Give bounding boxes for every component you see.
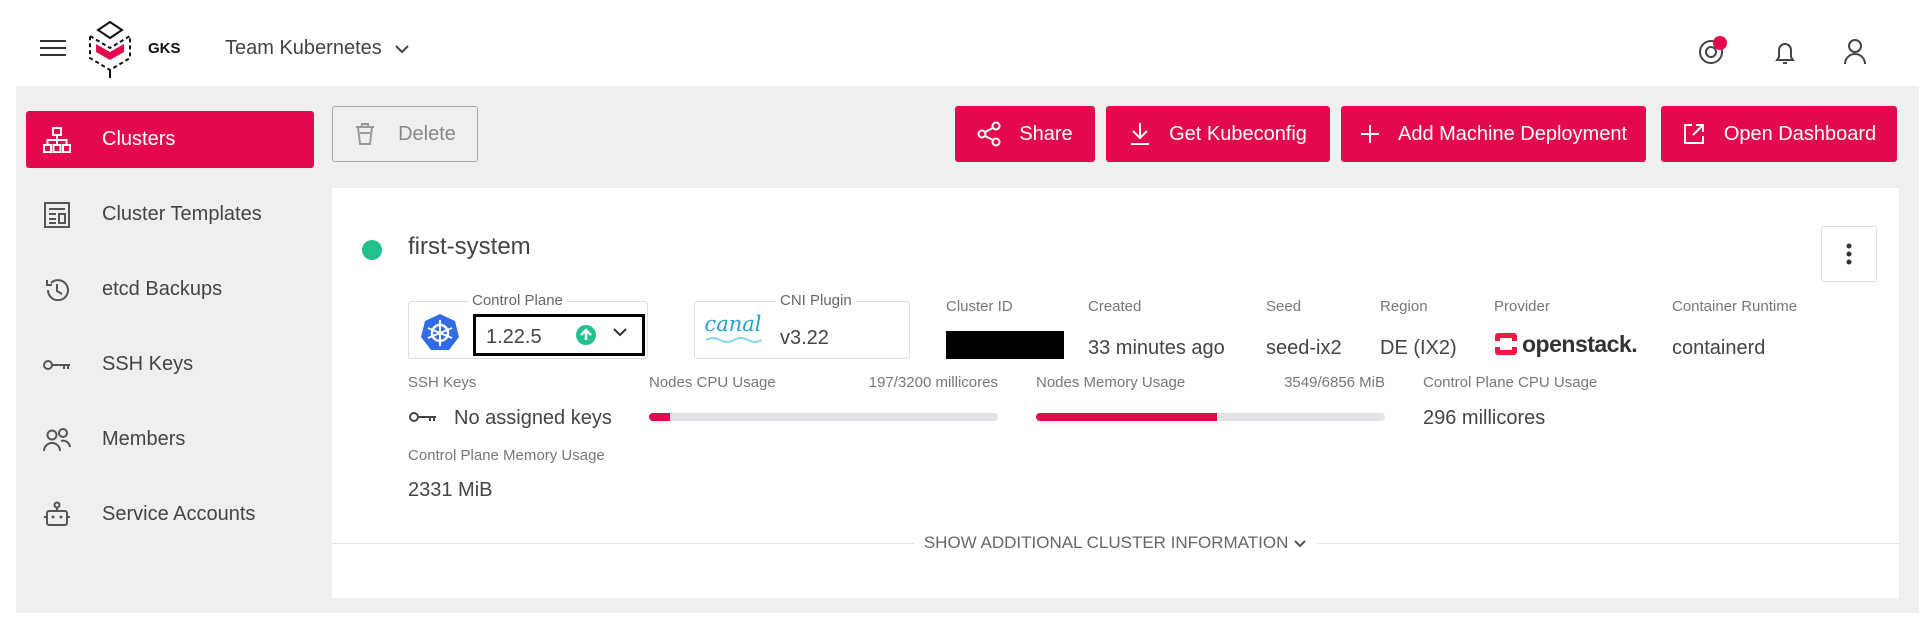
- team-name: Team Kubernetes: [225, 37, 382, 59]
- provider-logo: openstack.: [1494, 329, 1638, 359]
- history-icon: [40, 273, 74, 307]
- sitemap-icon: [40, 123, 74, 157]
- cluster-name: first-system: [408, 233, 531, 260]
- runtime-label: Container Runtime: [1672, 298, 1798, 315]
- robot-icon: [40, 498, 74, 532]
- nodes-cpu-value: 197/3200 millicores: [868, 374, 998, 391]
- sidebar-item-members[interactable]: Members: [26, 411, 314, 468]
- ssh-keys-label: SSH Keys: [408, 374, 477, 391]
- version-selector[interactable]: 1.22.5: [473, 314, 645, 356]
- chevron-down-icon: [613, 328, 627, 337]
- bell-icon[interactable]: [1770, 38, 1800, 68]
- chevron-down-icon: [1294, 540, 1306, 548]
- kubeconfig-label: Get Kubeconfig: [1169, 122, 1307, 145]
- region-value: DE (IX2): [1380, 337, 1457, 359]
- more-vert-icon: [1846, 243, 1852, 265]
- plus-icon: [1360, 125, 1379, 143]
- get-kubeconfig-button[interactable]: Get Kubeconfig: [1106, 106, 1330, 162]
- cluster-id-label: Cluster ID: [946, 298, 1013, 315]
- help-icon[interactable]: [1697, 36, 1727, 66]
- nodes-memory-fill: [1036, 413, 1217, 421]
- sidebar-item-label: Clusters: [102, 128, 176, 150]
- runtime-value: containerd: [1672, 337, 1766, 359]
- nodes-cpu-label: Nodes CPU Usage: [649, 374, 776, 391]
- key-icon: [40, 348, 74, 382]
- content-area: Clusters Cluster Templates etcd Backups …: [16, 86, 1919, 613]
- cp-memory-label: Control Plane Memory Usage: [408, 447, 605, 464]
- nodes-memory-value: 3549/6856 MiB: [1284, 374, 1385, 391]
- sidebar: Clusters Cluster Templates etcd Backups …: [16, 86, 334, 613]
- more-options-button[interactable]: [1821, 226, 1877, 282]
- dashboard-label: Open Dashboard: [1723, 122, 1877, 145]
- control-plane-version: 1.22.5: [486, 326, 542, 348]
- created-value: 33 minutes ago: [1088, 337, 1225, 359]
- key-icon: [409, 412, 436, 422]
- seed-value: seed-ix2: [1266, 337, 1342, 359]
- provider-label: Provider: [1494, 298, 1550, 315]
- gks-logo: [89, 20, 131, 78]
- openstack-icon: [1495, 333, 1517, 355]
- control-plane-label: Control Plane: [468, 292, 567, 309]
- add-md-label: Add Machine Deployment: [1397, 122, 1627, 145]
- cp-cpu-value: 296 millicores: [1423, 407, 1546, 429]
- cni-plugin-label: CNI Plugin: [776, 292, 856, 309]
- canal-logo: canal: [704, 312, 762, 352]
- sidebar-item-service-accounts[interactable]: Service Accounts: [26, 486, 314, 543]
- status-indicator: [362, 240, 382, 260]
- created-label: Created: [1088, 298, 1142, 315]
- sidebar-item-label: Members: [102, 428, 186, 450]
- team-selector[interactable]: Team Kubernetes: [225, 37, 410, 60]
- show-additional-info: SHOW ADDITIONAL CLUSTER INFORMATION: [332, 533, 1899, 553]
- share-icon: [977, 121, 1001, 147]
- open-dashboard-button[interactable]: Open Dashboard: [1661, 106, 1897, 162]
- cluster-card: first-system Control Plane 1.22.5 CNI Pl…: [332, 188, 1899, 598]
- logo-text: GKS: [148, 40, 181, 57]
- download-icon: [1131, 123, 1150, 145]
- delete-label: Delete: [398, 122, 456, 145]
- show-additional-info-label: SHOW ADDITIONAL CLUSTER INFORMATION: [923, 533, 1289, 552]
- sidebar-item-clusters[interactable]: Clusters: [26, 111, 314, 168]
- upgrade-available-icon: [576, 325, 596, 345]
- sidebar-item-ssh-keys[interactable]: SSH Keys: [26, 336, 314, 393]
- region-label: Region: [1380, 298, 1428, 315]
- cni-version: v3.22: [780, 327, 829, 349]
- kubernetes-icon: [421, 314, 459, 350]
- nodes-memory-label: Nodes Memory Usage: [1036, 374, 1186, 391]
- show-additional-info-button[interactable]: SHOW ADDITIONAL CLUSTER INFORMATION: [913, 533, 1318, 552]
- cluster-id-redacted: [946, 331, 1064, 359]
- sidebar-item-label: etcd Backups: [102, 278, 223, 300]
- template-icon: [40, 198, 74, 232]
- nodes-memory-bar: [1036, 413, 1385, 421]
- cp-memory-value: 2331 MiB: [408, 479, 493, 501]
- trash-icon: [356, 123, 375, 145]
- sidebar-item-label: SSH Keys: [102, 353, 194, 375]
- share-label: Share: [1019, 122, 1073, 145]
- sidebar-item-etcd-backups[interactable]: etcd Backups: [26, 261, 314, 318]
- ssh-keys-value: No assigned keys: [454, 407, 612, 429]
- seed-label: Seed: [1266, 298, 1302, 315]
- add-machine-deployment-button[interactable]: Add Machine Deployment: [1341, 106, 1646, 162]
- sidebar-item-cluster-templates[interactable]: Cluster Templates: [26, 186, 314, 243]
- top-bar: GKS Team Kubernetes: [0, 0, 1928, 86]
- user-icon[interactable]: [1840, 36, 1870, 66]
- chevron-down-icon: [395, 44, 409, 53]
- share-button[interactable]: Share: [955, 106, 1095, 162]
- menu-icon[interactable]: [40, 40, 66, 60]
- sidebar-item-label: Service Accounts: [102, 503, 256, 525]
- nodes-cpu-bar: [649, 413, 998, 421]
- external-link-icon: [1683, 124, 1704, 144]
- nodes-cpu-fill: [649, 413, 671, 421]
- members-icon: [40, 423, 74, 457]
- cp-cpu-label: Control Plane CPU Usage: [1423, 374, 1598, 391]
- delete-button[interactable]: Delete: [332, 106, 478, 162]
- sidebar-item-label: Cluster Templates: [102, 203, 262, 225]
